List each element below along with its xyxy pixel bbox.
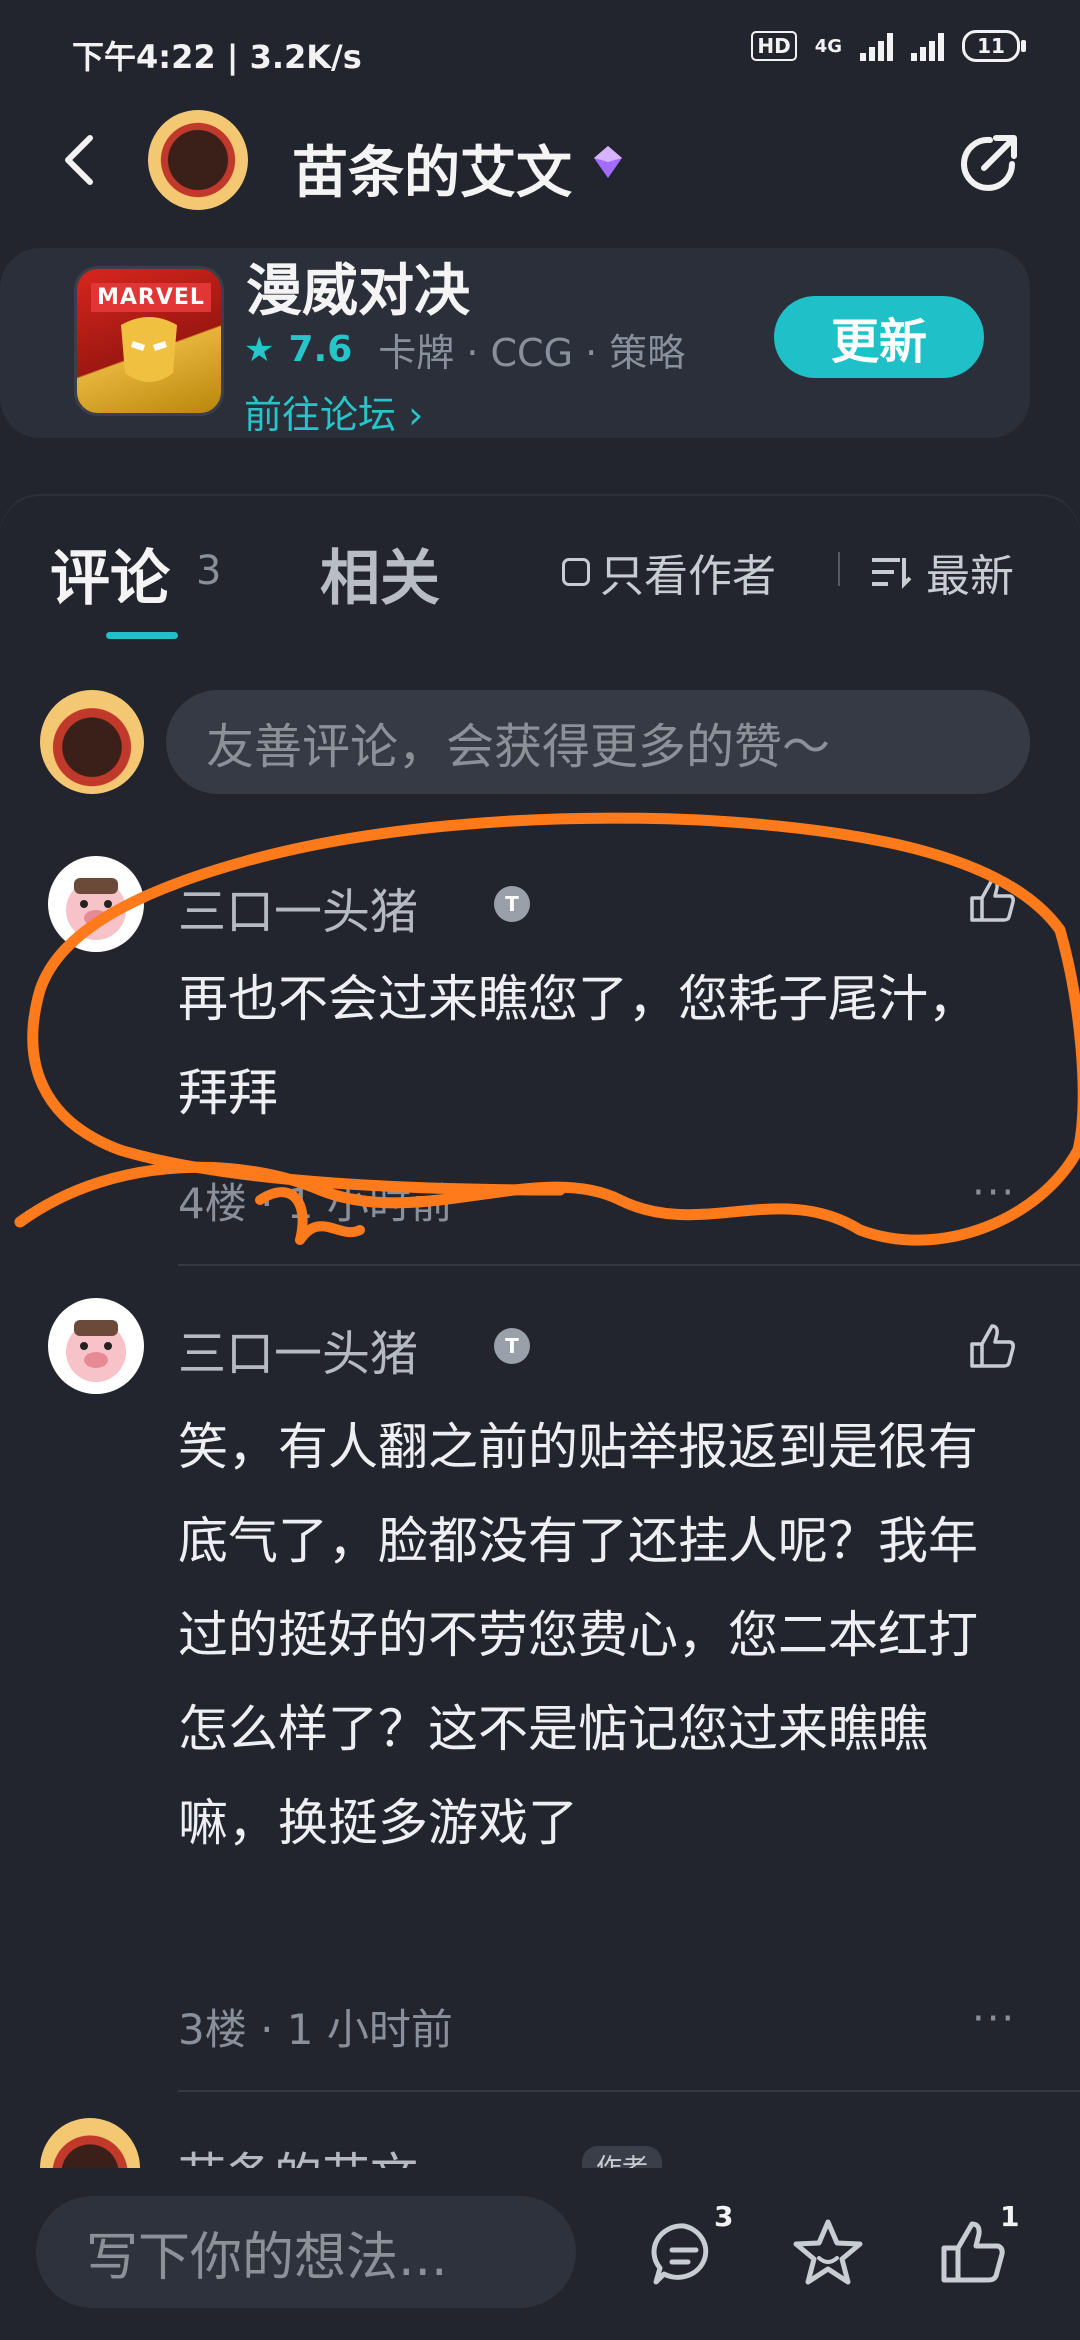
tab-comments-count: 3 [196,548,222,594]
author-only-filter[interactable]: 只看作者 [562,540,776,604]
share-icon[interactable] [954,128,1024,198]
sort-button[interactable]: 最新 [870,540,1014,604]
tab-related[interactable]: 相关 [320,530,440,617]
commenter-avatar[interactable] [48,1298,144,1394]
page-title: 苗条的艾文 [292,141,572,206]
comment-count-badge: 3 [714,2200,734,2233]
sort-label: 最新 [926,551,1014,602]
commenter-avatar[interactable] [48,856,144,952]
ironman-mask-icon [121,317,177,382]
signal-icon-2 [911,31,944,61]
comment-divider [178,1264,1080,1266]
game-icon[interactable]: MARVEL [74,266,224,416]
back-arrow-icon[interactable] [50,130,110,190]
star-icon: ★ [244,329,275,370]
like-count-badge: 1 [1000,2200,1020,2233]
game-tags: 卡牌 · CCG · 策略 [378,331,686,375]
author-only-label: 只看作者 [600,551,776,602]
gem-icon [594,146,622,178]
battery-icon: 11 [962,30,1026,62]
status-icons: HD 4G 11 [751,30,1026,62]
update-button[interactable]: 更新 [774,296,984,378]
comment-text: 笑，有人翻之前的贴举报返到是很有底气了，脸都没有了还挂人呢？我年过的挺好的不劳您… [178,1418,978,1852]
my-avatar [40,690,144,794]
comment-input[interactable]: 友善评论，会获得更多的赞～ [166,690,1030,794]
like-icon[interactable] [966,1320,1018,1372]
level-badge: T [494,1328,530,1364]
comment-meta: 4楼 · 1 小时前 [178,1179,453,1228]
comment-author[interactable]: 三口一头猪 [178,872,418,942]
forum-link[interactable]: 前往论坛 › [244,384,423,439]
network-label: 4G [814,35,842,57]
comment-icon[interactable] [648,2218,720,2290]
tab-comments[interactable]: 评论 [50,530,170,617]
sort-icon [872,558,912,589]
pig-avatar-icon [66,878,126,940]
like-icon[interactable] [936,2216,1008,2288]
write-comment-input[interactable]: 写下你的想法... [36,2196,576,2308]
comment-divider [178,2090,1080,2092]
filter-divider [838,552,840,586]
signal-icon [860,31,893,61]
game-name: 漫威对决 [246,259,470,324]
comment-author[interactable]: 三口一头猪 [178,1314,418,1384]
pig-avatar-icon [66,1320,126,1382]
header-avatar[interactable] [148,110,248,210]
hd-icon: HD [751,31,797,61]
game-rating: 7.6 [288,329,353,370]
like-icon[interactable] [966,874,1018,926]
more-options-icon[interactable]: ··· [972,1996,1016,2042]
comment-meta: 3楼 · 1 小时前 [178,2005,453,2054]
game-meta: ★ 7.6 卡牌 · CCG · 策略 [244,322,685,377]
active-tab-indicator [106,632,178,639]
comment-text: 再也不会过来瞧您了，您耗子尾汁，拜拜 [178,970,978,1122]
level-badge: T [494,886,530,922]
status-time-speed: 下午4:22 | 3.2K/s [72,38,362,76]
star-icon[interactable] [792,2216,864,2288]
more-options-icon[interactable]: ··· [972,1170,1016,1216]
checkbox-icon[interactable] [562,558,590,586]
